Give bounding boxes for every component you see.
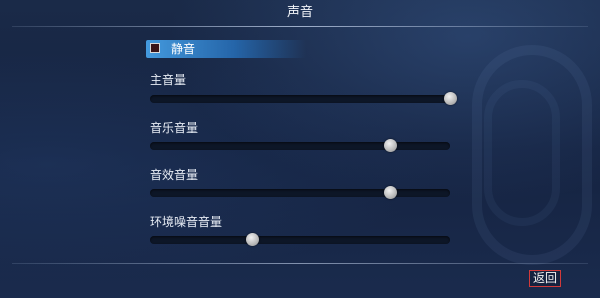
master-volume-knob[interactable] — [444, 92, 457, 105]
master-volume-slider[interactable] — [150, 92, 457, 105]
background-ornament — [472, 45, 592, 265]
mute-checkbox[interactable] — [150, 43, 160, 53]
ambient-volume-knob[interactable] — [246, 233, 259, 246]
mute-toggle[interactable]: 静音 — [146, 40, 306, 58]
sfx-volume-knob[interactable] — [384, 186, 397, 199]
ambient-volume-slider[interactable] — [150, 233, 450, 246]
sfx-volume-slider[interactable] — [150, 186, 450, 199]
footer-divider — [12, 263, 588, 264]
mute-label: 静音 — [171, 42, 196, 56]
title-divider — [12, 26, 588, 27]
music-volume-slider[interactable] — [150, 139, 450, 152]
ambient-volume-label: 环境噪音音量 — [150, 215, 223, 229]
sfx-volume-label: 音效音量 — [150, 168, 199, 182]
music-volume-knob[interactable] — [384, 139, 397, 152]
music-volume-label: 音乐音量 — [150, 121, 199, 135]
page-title: 声音 — [286, 5, 313, 20]
master-volume-label: 主音量 — [150, 73, 187, 87]
background-ornament-inner — [484, 80, 560, 226]
back-button[interactable]: 返回 — [529, 270, 561, 287]
